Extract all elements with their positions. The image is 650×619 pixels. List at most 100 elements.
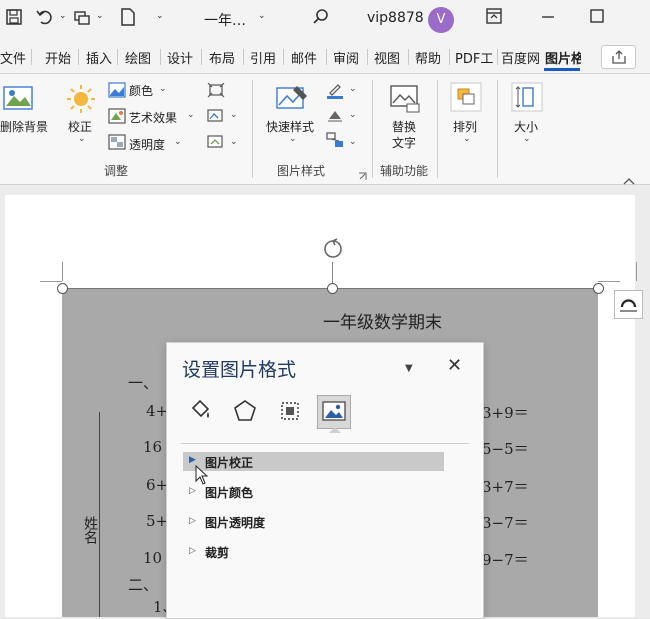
expand-arrow-icon[interactable]: ▷ [189,546,196,556]
quick-styles-label[interactable]: 快速样式 [266,118,314,135]
undo-icon[interactable] [35,8,55,32]
compress-pictures-icon[interactable] [207,82,225,102]
ribbon-tabs: 文件 开始 插入 绘图 设计 布局 引用 邮件 审阅 视图 帮助 PDF工 百度… [0,40,650,74]
worksheet-left-row: 4+ [146,402,169,420]
dialog-launcher-icon[interactable] [358,166,367,185]
expand-arrow-icon[interactable]: ▶ [189,455,196,465]
picture-border-icon[interactable] [326,81,344,103]
size-label[interactable]: 大小 [514,118,538,135]
transparency-label[interactable]: 透明度 [129,136,165,153]
redo-dropdown-icon[interactable]: ⌄ [96,11,104,21]
worksheet-left-row: 16 [143,438,163,456]
transparency-icon[interactable] [108,134,126,154]
effects-tab-icon[interactable] [232,398,258,428]
size-icon[interactable] [511,82,543,116]
arrange-dropdown-icon[interactable]: ⌄ [463,134,471,144]
rotate-handle-icon[interactable] [320,236,346,266]
tab-separator [449,49,450,65]
alt-text-label-line2[interactable]: 文字 [392,134,416,151]
color-icon[interactable] [108,82,126,102]
tab-separator [408,49,409,65]
tab-separator [160,49,161,65]
picture-corrections-section[interactable]: 图片校正 [205,454,253,471]
worksheet-section-1: 一、 [128,374,159,392]
change-picture-dropdown-icon[interactable]: ⌄ [230,110,238,120]
tab-insert[interactable]: 插入 [86,48,112,67]
tab-baidu-netdisk[interactable]: 百度网 [501,48,541,67]
tab-picture-format[interactable]: 图片格 [545,48,581,67]
avatar[interactable]: V [428,7,454,33]
picture-transparency-section[interactable]: 图片透明度 [205,514,265,531]
doc-title-dropdown-icon[interactable]: ⌄ [258,11,266,21]
search-icon[interactable] [312,8,330,32]
worksheet-name-label: 姓名 [82,516,98,544]
pane-options-dropdown-icon[interactable]: ▼ [405,363,413,374]
minimize-icon[interactable] [540,8,556,30]
tab-file[interactable]: 文件 [0,48,26,67]
arrange-icon[interactable] [450,82,482,116]
picture-tab-icon[interactable] [317,395,351,429]
layout-options-button[interactable] [614,290,643,319]
tab-view[interactable]: 视图 [374,48,400,67]
tab-separator [78,49,79,65]
corrections-dropdown-icon[interactable]: ⌄ [78,134,86,144]
alt-text-label-line1[interactable]: 替换 [392,118,416,135]
tab-review[interactable]: 审阅 [333,48,359,67]
change-picture-icon[interactable] [207,108,225,128]
margin-mark [598,281,620,282]
resize-handle-top[interactable] [327,283,338,294]
resize-handle-top-left[interactable] [57,283,68,294]
layout-properties-tab-icon[interactable] [277,398,303,428]
reset-picture-dropdown-icon[interactable]: ⌄ [230,137,238,147]
reset-picture-icon[interactable] [207,134,225,154]
new-document-icon[interactable] [120,8,136,32]
size-dropdown-icon[interactable]: ⌄ [523,134,531,144]
color-dropdown-icon[interactable]: ⌄ [159,84,167,94]
corrections-sun-icon[interactable] [66,84,96,118]
artistic-effects-dropdown-icon[interactable]: ⌄ [187,110,195,120]
expand-arrow-icon[interactable]: ▷ [189,516,196,526]
tab-pdf-tools[interactable]: PDF工 [455,48,495,67]
picture-layout-dropdown-icon[interactable]: ⌄ [349,137,357,147]
quick-access-dropdown-icon[interactable]: ⌄ [156,11,164,21]
artistic-effects-icon[interactable] [108,108,126,128]
corrections-label[interactable]: 校正 [68,118,92,135]
picture-effects-dropdown-icon[interactable]: ⌄ [349,110,357,120]
undo-dropdown-icon[interactable]: ⌄ [59,11,67,21]
remove-background-icon[interactable] [2,84,36,116]
tab-home[interactable]: 开始 [45,48,71,67]
tab-draw[interactable]: 绘图 [125,48,151,67]
share-button[interactable] [601,45,636,69]
fill-line-tab-icon[interactable] [187,398,213,428]
user-name[interactable]: vip8878 [367,10,424,26]
tab-layout[interactable]: 布局 [209,48,235,67]
margin-mark [40,281,62,282]
color-label[interactable]: 颜色 [129,82,153,99]
tab-references[interactable]: 引用 [250,48,276,67]
crop-section[interactable]: 裁剪 [205,544,229,561]
transparency-dropdown-icon[interactable]: ⌄ [174,137,182,147]
picture-effects-icon[interactable] [326,107,344,127]
picture-color-section[interactable]: 图片颜色 [205,484,253,501]
remove-background-label[interactable]: 删除背景 [0,118,48,135]
picture-border-dropdown-icon[interactable]: ⌄ [349,84,357,94]
tab-separator [31,49,32,65]
resize-handle-top-right[interactable] [593,283,604,294]
ribbon-display-icon[interactable] [486,8,502,30]
document-title[interactable]: 一年… [204,10,246,30]
arrange-label[interactable]: 排列 [453,118,477,135]
tab-separator [283,49,284,65]
artistic-effects-label[interactable]: 艺术效果 [129,109,177,126]
maximize-icon[interactable] [589,8,605,30]
quick-styles-dropdown-icon[interactable]: ⌄ [289,134,297,144]
tab-help[interactable]: 帮助 [415,48,441,67]
tab-design[interactable]: 设计 [167,48,193,67]
redo-icon[interactable] [72,8,92,32]
tab-separator [367,49,368,65]
alt-text-icon[interactable] [389,84,421,118]
picture-layout-icon[interactable] [326,132,344,152]
save-icon[interactable] [5,8,23,32]
tab-mailings[interactable]: 邮件 [291,48,317,67]
close-icon[interactable]: ✕ [447,355,462,376]
quick-styles-icon[interactable] [275,84,309,118]
